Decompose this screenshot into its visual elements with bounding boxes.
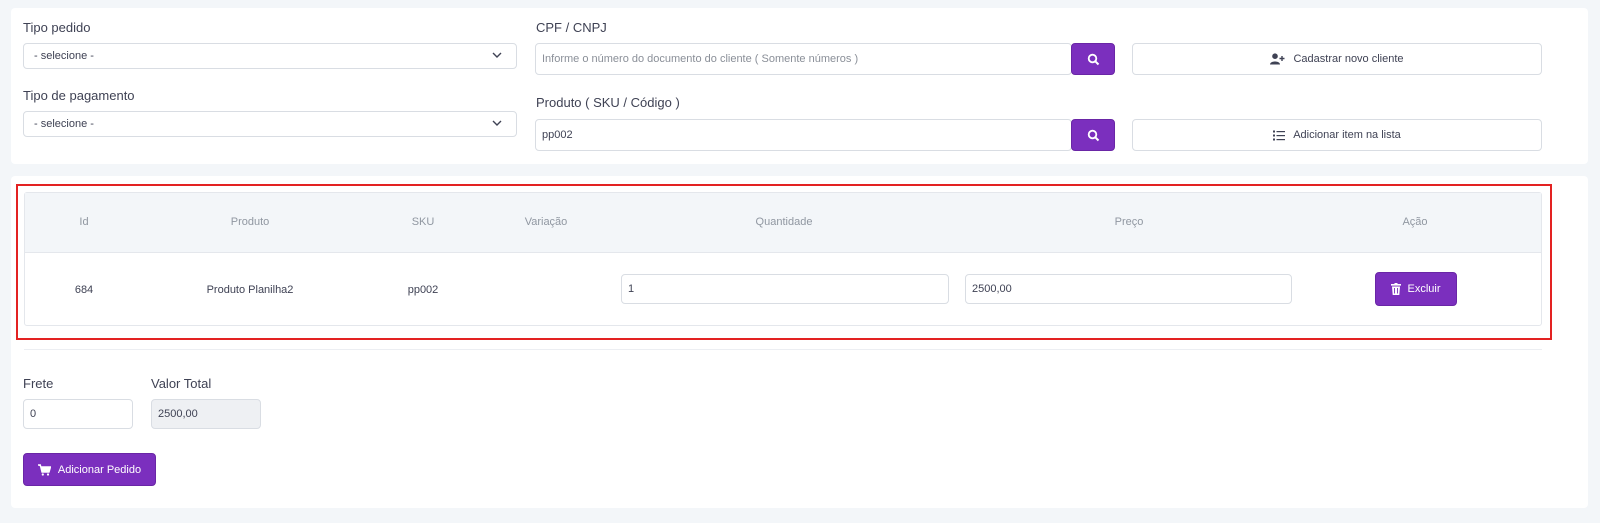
chevron-down-icon <box>490 116 504 130</box>
produto-label: Produto ( SKU / Código ) <box>536 95 680 110</box>
frete-input[interactable]: 0 <box>23 399 133 429</box>
cpf-label: CPF / CNPJ <box>536 20 607 35</box>
adicionar-item-label: Adicionar item na lista <box>1293 129 1401 141</box>
frete-label: Frete <box>23 376 54 391</box>
cart-icon <box>37 463 51 476</box>
chevron-down-icon <box>490 48 504 62</box>
adicionar-pedido-label: Adicionar Pedido <box>57 463 142 476</box>
adicionar-item-button[interactable]: Adicionar item na lista <box>1132 119 1542 151</box>
valor-total-field: 2500,00 <box>151 399 261 429</box>
highlight-box <box>16 184 1552 340</box>
cadastrar-cliente-label: Cadastrar novo cliente <box>1293 53 1404 65</box>
adicionar-pedido-button[interactable]: Adicionar Pedido <box>23 453 156 486</box>
valor-total-label: Valor Total <box>151 376 212 391</box>
tipo-pagamento-select[interactable]: - selecione - <box>23 111 517 137</box>
tipo-pagamento-value: - selecione - <box>34 118 94 130</box>
tipo-pedido-value: - selecione - <box>34 50 94 62</box>
tipo-pedido-select[interactable]: - selecione - <box>23 43 517 69</box>
section-divider <box>24 349 1542 350</box>
user-plus-icon <box>1270 53 1285 65</box>
cpf-input[interactable]: Informe o número do documento do cliente… <box>535 43 1072 75</box>
cadastrar-cliente-button[interactable]: Cadastrar novo cliente <box>1132 43 1542 75</box>
search-icon <box>1087 53 1100 66</box>
tipo-pagamento-label: Tipo de pagamento <box>23 88 135 103</box>
search-icon <box>1087 129 1100 142</box>
list-icon <box>1273 130 1286 141</box>
produto-search-button[interactable] <box>1071 119 1115 151</box>
tipo-pedido-label: Tipo pedido <box>23 20 91 35</box>
produto-input[interactable]: pp002 <box>535 119 1072 151</box>
cpf-search-button[interactable] <box>1071 43 1115 75</box>
